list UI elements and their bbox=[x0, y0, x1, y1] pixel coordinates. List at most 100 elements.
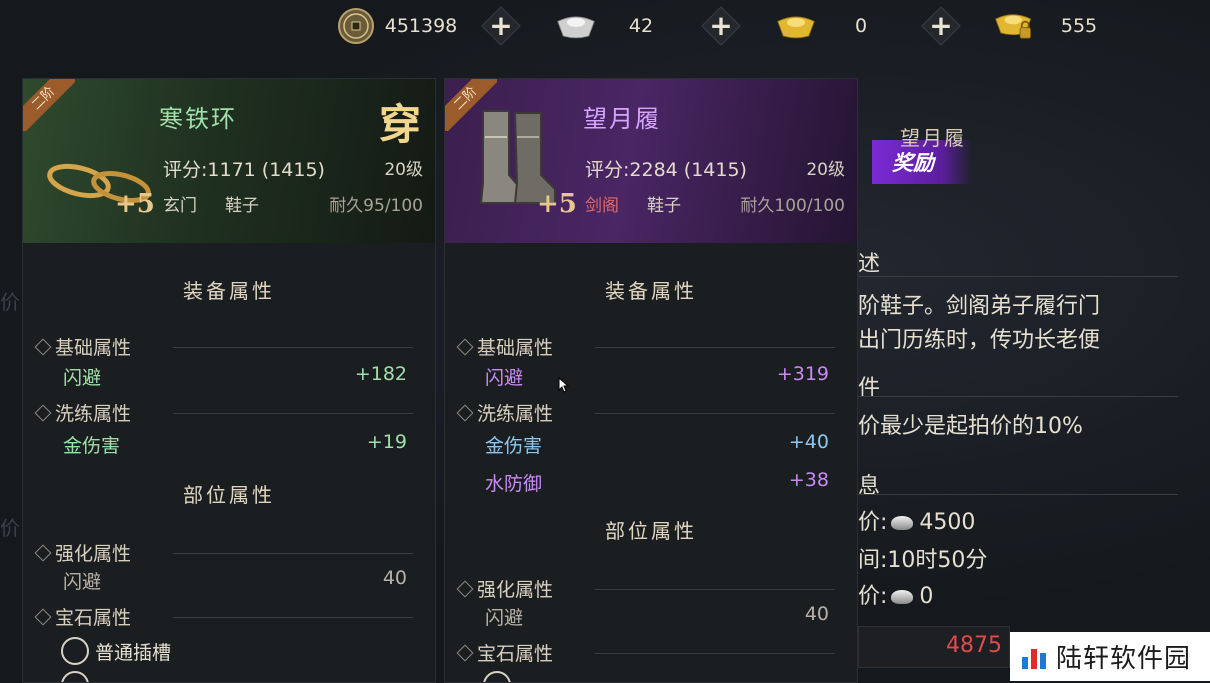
refine-attr-value: +38 bbox=[788, 469, 829, 491]
site-logo-icon bbox=[1022, 648, 1046, 669]
bid-label: 价: bbox=[858, 584, 888, 609]
equipped-item-tooltip: 二阶 +5 寒铁环 穿 评分:1171 (1415) 20级 玄门 鞋子 耐久9… bbox=[22, 78, 436, 683]
gem-slot[interactable] bbox=[483, 671, 511, 682]
strengthen-attr-label: 强化属性 bbox=[55, 543, 132, 565]
base-attr-name: 闪避 bbox=[485, 367, 524, 389]
base-attr-label: 基础属性 bbox=[55, 337, 132, 359]
enhance-level: +5 bbox=[115, 189, 155, 219]
bound-gold-amount: 555 bbox=[1060, 15, 1098, 37]
info-item-title: 望月履 bbox=[900, 126, 966, 150]
plus-icon: + bbox=[489, 9, 513, 42]
diamond-icon bbox=[34, 338, 52, 355]
description-heading: 述 bbox=[858, 252, 881, 277]
time-row: 间:10时50分 bbox=[858, 548, 988, 573]
compared-item-tooltip: 二阶 +5 望月履 评分:2284 (1415) 20级 剑阁 鞋子 耐久100… bbox=[444, 78, 858, 683]
silver-amount: 42 bbox=[628, 15, 654, 37]
diamond-icon bbox=[34, 404, 52, 421]
diamond-icon bbox=[456, 580, 474, 597]
empty-socket-icon bbox=[61, 671, 89, 682]
item-slot: 鞋子 bbox=[225, 196, 259, 216]
item-level: 20级 bbox=[806, 160, 845, 180]
strengthen-attr-name: 闪避 bbox=[63, 571, 102, 593]
item-score: 评分:2284 (1415) bbox=[585, 159, 747, 181]
item-level: 20级 bbox=[384, 160, 423, 180]
diamond-icon bbox=[456, 338, 474, 355]
add-gold-button[interactable]: + bbox=[921, 6, 961, 46]
add-copper-button[interactable]: + bbox=[481, 6, 521, 46]
refine-attr-name: 水防御 bbox=[485, 473, 543, 495]
silver-ingot-icon bbox=[556, 6, 596, 46]
divider bbox=[858, 494, 1178, 495]
strengthen-attr-title: 强化属性 bbox=[34, 539, 132, 566]
currency-bar: 451398 + 42 + 0 + 555 bbox=[330, 0, 1170, 52]
item-name: 寒铁环 bbox=[159, 105, 237, 133]
condition-heading: 件 bbox=[858, 376, 881, 401]
silver-ingot-icon bbox=[891, 590, 914, 604]
gem-attr-title: 宝石属性 bbox=[34, 603, 132, 630]
refine-attr-value: +19 bbox=[366, 431, 407, 453]
bid-amount-value: 4875 bbox=[946, 633, 1002, 658]
price-row: 价: 4500 bbox=[858, 504, 975, 536]
bg-fragment: 价 bbox=[0, 516, 20, 540]
gem-slot[interactable]: 普通插槽 bbox=[61, 637, 171, 665]
copper-coin-icon bbox=[336, 6, 376, 46]
plus-icon: + bbox=[709, 9, 733, 42]
info-heading: 息 bbox=[858, 474, 881, 499]
base-attr-name: 闪避 bbox=[63, 367, 102, 389]
gem-attr-label: 宝石属性 bbox=[477, 643, 554, 665]
diamond-icon bbox=[456, 644, 474, 661]
equip-attr-title: 装备属性 bbox=[183, 279, 275, 303]
condition-line: 价最少是起拍价的10% bbox=[858, 414, 1083, 439]
refine-attr-label: 洗练属性 bbox=[55, 403, 132, 425]
bid-value: 0 bbox=[919, 584, 934, 609]
auction-info-panel: 奖励 望月履 述 阶鞋子。剑阁弟子履行门 出门历练时，传功长老便 件 价最少是起… bbox=[858, 80, 1210, 681]
item-sect: 玄门 bbox=[163, 196, 197, 216]
item-durability: 耐久95/100 bbox=[329, 196, 423, 216]
gem-slot[interactable] bbox=[61, 671, 89, 682]
site-watermark: 陆轩软件园 bbox=[1010, 632, 1210, 681]
divider bbox=[173, 347, 413, 348]
diamond-icon bbox=[34, 608, 52, 625]
refine-attr-name: 金伤害 bbox=[63, 435, 121, 457]
item-sect: 剑阁 bbox=[585, 196, 619, 216]
divider bbox=[858, 396, 1178, 397]
refine-attr-title: 洗练属性 bbox=[34, 399, 132, 426]
divider bbox=[595, 347, 835, 348]
part-attr-title: 部位属性 bbox=[605, 519, 697, 543]
divider bbox=[595, 589, 835, 590]
divider bbox=[173, 617, 413, 618]
gold-currency: 0 bbox=[776, 6, 906, 46]
empty-socket-icon bbox=[483, 671, 511, 682]
divider bbox=[173, 553, 413, 554]
gold-amount: 0 bbox=[854, 15, 868, 37]
bg-fragment: 价 bbox=[0, 290, 20, 314]
bound-gold-currency: 555 bbox=[994, 6, 1124, 46]
equipped-badge: 穿 bbox=[378, 100, 421, 149]
strengthen-attr-value: 40 bbox=[382, 567, 407, 589]
description-line: 阶鞋子。剑阁弟子履行门 bbox=[858, 294, 1101, 319]
base-attr-label: 基础属性 bbox=[477, 337, 554, 359]
strengthen-attr-title: 强化属性 bbox=[456, 575, 553, 602]
mouse-cursor-icon bbox=[558, 376, 570, 397]
item-durability: 耐久100/100 bbox=[740, 196, 845, 216]
item-header: 二阶 +5 望月履 评分:2284 (1415) 20级 剑阁 鞋子 耐久100… bbox=[445, 79, 857, 243]
price-value: 4500 bbox=[919, 510, 976, 535]
gem-attr-label: 宝石属性 bbox=[55, 607, 132, 629]
strengthen-attr-value: 40 bbox=[804, 603, 829, 625]
enhance-level: +5 bbox=[537, 189, 577, 219]
base-attr-title: 基础属性 bbox=[456, 333, 554, 360]
refine-attr-title: 洗练属性 bbox=[456, 399, 553, 426]
item-score: 评分:1171 (1415) bbox=[163, 159, 325, 181]
bid-row: 价: 0 bbox=[858, 578, 933, 610]
item-header: 二阶 +5 寒铁环 穿 评分:1171 (1415) 20级 玄门 鞋子 耐久9… bbox=[23, 79, 435, 243]
part-attr-title: 部位属性 bbox=[183, 483, 275, 507]
price-label: 价: bbox=[858, 510, 888, 535]
divider bbox=[173, 413, 413, 414]
gold-ingot-icon bbox=[776, 6, 816, 46]
base-attr-value: +319 bbox=[776, 363, 829, 385]
strengthen-attr-name: 闪避 bbox=[485, 607, 524, 629]
divider bbox=[595, 653, 835, 654]
divider bbox=[595, 413, 835, 414]
add-silver-button[interactable]: + bbox=[701, 6, 741, 46]
diamond-icon bbox=[456, 404, 474, 421]
